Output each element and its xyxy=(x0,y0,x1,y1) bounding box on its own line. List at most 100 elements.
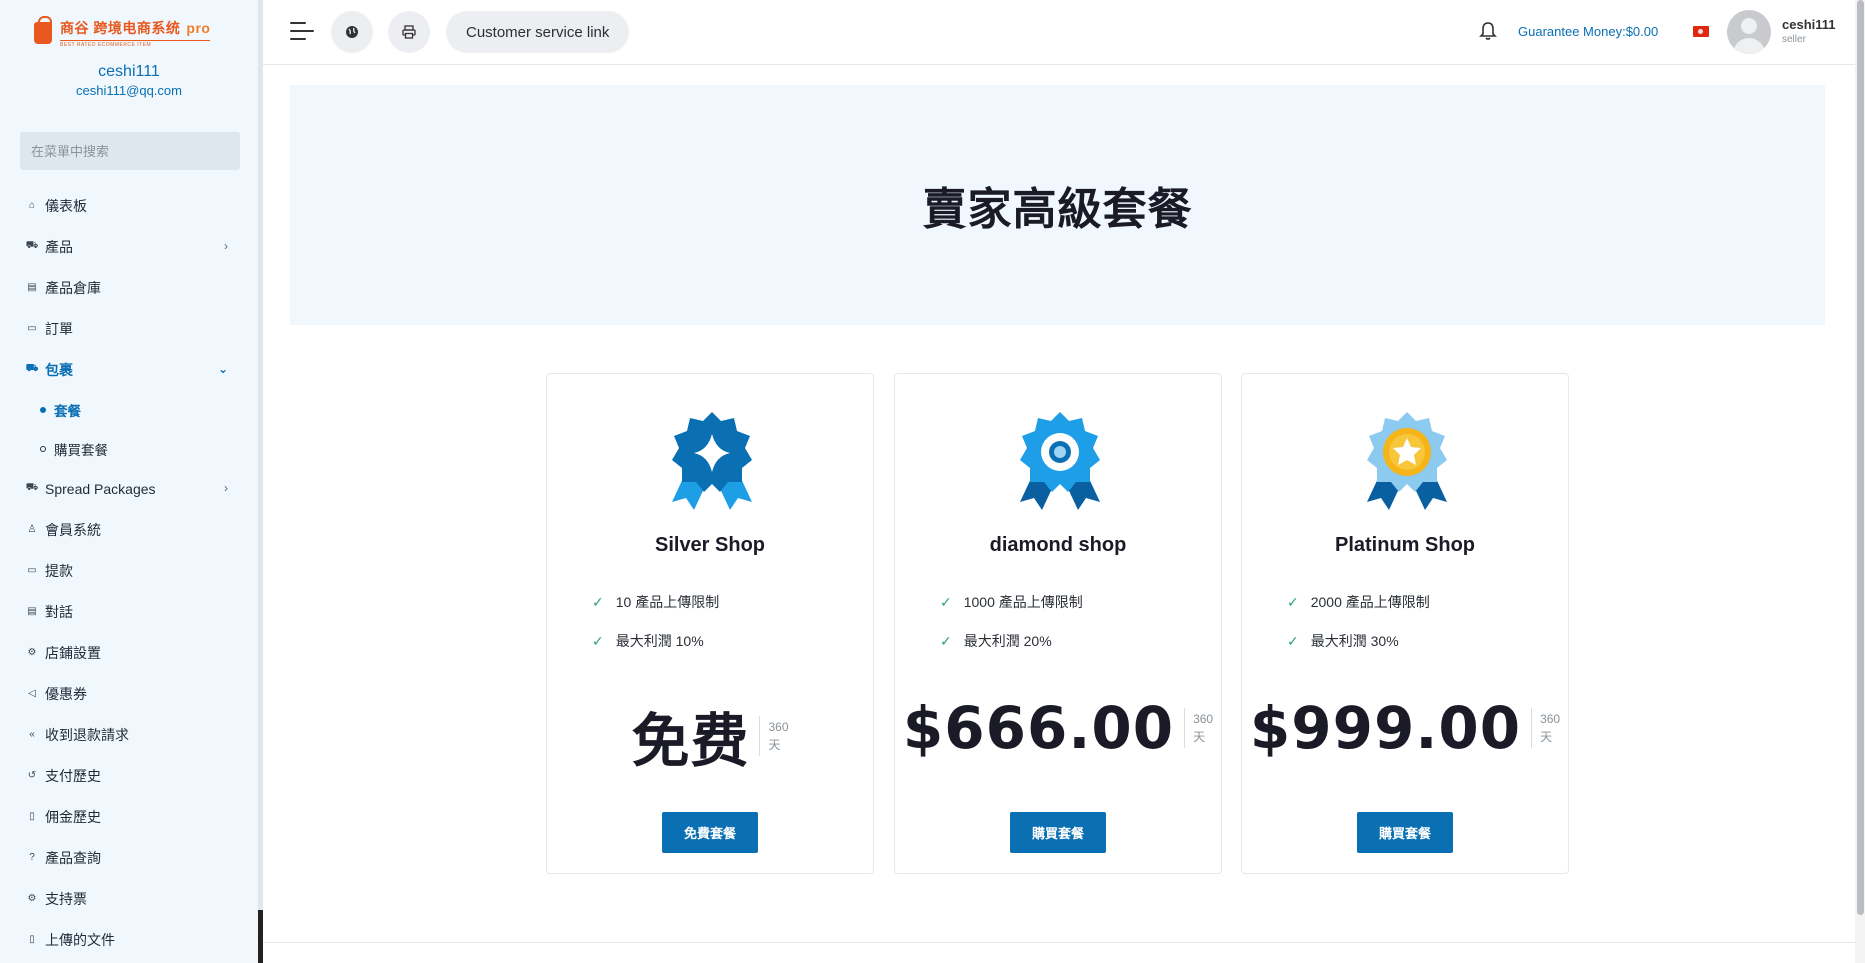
sidebar-item-payment-history[interactable]: ↺ 支付歷史 xyxy=(0,755,258,796)
buy-package-button[interactable]: 購買套餐 xyxy=(1010,812,1106,853)
sidebar-scrollbar[interactable] xyxy=(258,0,263,963)
logo-text: 商谷 跨境电商系统 xyxy=(60,20,181,36)
sidebar-scrollbar-thumb[interactable] xyxy=(258,910,263,963)
cart-icon: ⛟ xyxy=(25,482,39,493)
sidebar-item-label: 佣金歷史 xyxy=(45,808,101,825)
price-row: 免费 360 天 xyxy=(547,694,873,778)
page-title: 賣家高級套餐 xyxy=(922,184,1193,235)
customer-service-link[interactable]: Customer service link xyxy=(446,11,630,53)
sidebar-item-label: 支付歷史 xyxy=(45,767,101,784)
sidebar-item-label: 優惠券 xyxy=(45,685,87,702)
check-icon: ✓ xyxy=(1287,593,1299,610)
footer-divider xyxy=(263,942,1855,943)
package-period: 360 天 xyxy=(759,716,789,756)
page-hero: 賣家高級套餐 xyxy=(290,85,1825,325)
sidebar-subitem-buy-package[interactable]: 購買套餐 xyxy=(0,429,258,468)
sidebar-item-label: 店鋪設置 xyxy=(45,644,101,661)
sidebar-menu: ⌂ 儀表板 ⛟ 產品 › ▤ 產品倉庫 ▭ 訂單 ⛟ 包裹 ⌄ 套餐 購買套餐 xyxy=(0,185,258,960)
sidebar-item-withdraw[interactable]: ▭ 提款 xyxy=(0,550,258,591)
check-icon: ✓ xyxy=(940,593,952,610)
avatar[interactable] xyxy=(1727,10,1771,54)
check-icon: ✓ xyxy=(940,632,952,649)
sidebar-subitem-label: 購買套餐 xyxy=(54,442,108,458)
sidebar: 商谷 跨境电商系统 pro BEST RATED ECOMMERCE ITEM c… xyxy=(0,0,263,963)
sidebar-item-label: 產品查詢 xyxy=(45,849,101,866)
package-card-diamond: diamond shop ✓ 1000 產品上傳限制 ✓ 最大利潤 20% $666… xyxy=(894,373,1222,874)
page-scrollbar[interactable] xyxy=(1855,0,1865,963)
sidebar-item-label: 產品 xyxy=(45,238,73,255)
sidebar-item-label: 支持票 xyxy=(45,890,87,907)
sidebar-user-email: ceshi111@qq.com xyxy=(76,83,182,98)
logo-tagline: BEST RATED ECOMMERCE ITEM xyxy=(60,40,211,48)
price-row: $666.00 360 天 xyxy=(895,694,1221,762)
sidebar-item-commission-history[interactable]: ▯ 佣金歷史 xyxy=(0,796,258,837)
history-icon: ↺ xyxy=(27,770,37,781)
menu-toggle-icon[interactable] xyxy=(290,22,314,42)
sidebar-item-spread-packages[interactable]: ⛟ Spread Packages › xyxy=(0,468,258,509)
bullet-icon xyxy=(40,445,46,452)
topbar-role: seller xyxy=(1782,34,1806,45)
package-name: Platinum Shop xyxy=(1335,534,1475,556)
warehouse-icon: ▤ xyxy=(27,282,37,293)
refund-icon: « xyxy=(29,729,35,740)
free-package-button[interactable]: 免費套餐 xyxy=(662,812,758,853)
chat-icon: ▤ xyxy=(27,606,37,617)
upload-file-icon: ▯ xyxy=(29,934,35,945)
sidebar-item-coupons[interactable]: ◁ 優惠券 xyxy=(0,673,258,714)
platinum-badge-icon xyxy=(1367,412,1447,510)
menu-search-input[interactable] xyxy=(20,132,240,170)
sidebar-item-label: 儀表板 xyxy=(45,197,87,214)
sidebar-item-conversations[interactable]: ▤ 對話 xyxy=(0,591,258,632)
package-price: $999.00 xyxy=(1249,694,1522,762)
brand-logo[interactable]: 商谷 跨境电商系统 pro BEST RATED ECOMMERCE ITEM xyxy=(34,16,224,48)
sidebar-item-label: 收到退款請求 xyxy=(45,726,129,743)
topbar-username[interactable]: ceshi111 xyxy=(1782,17,1836,32)
package-feature: ✓ 2000 產品上傳限制 xyxy=(1287,593,1430,611)
cart-icon: ⛟ xyxy=(25,240,39,251)
sidebar-item-label: 對話 xyxy=(45,603,73,620)
order-icon: ▭ xyxy=(27,323,37,334)
package-card-platinum: Platinum Shop ✓ 2000 產品上傳限制 ✓ 最大利潤 30% $99… xyxy=(1241,373,1569,874)
user-icon: ♙ xyxy=(27,524,37,535)
bullet-icon xyxy=(40,406,46,413)
sidebar-item-label: 訂單 xyxy=(45,320,73,337)
globe-icon[interactable] xyxy=(331,11,373,53)
chevron-down-icon: ⌄ xyxy=(217,362,228,376)
sidebar-item-label: 提款 xyxy=(45,562,73,579)
sidebar-item-label: Spread Packages xyxy=(45,480,156,497)
page-scrollbar-thumb[interactable] xyxy=(1857,0,1864,915)
sidebar-item-packages[interactable]: ⛟ 包裹 ⌄ xyxy=(0,349,258,390)
gear-icon: ⚙ xyxy=(27,647,37,658)
logo-pro: pro xyxy=(186,20,211,36)
sidebar-user-name: ceshi111 xyxy=(98,63,160,80)
package-period: 360 天 xyxy=(1531,708,1560,748)
sidebar-item-uploaded-files[interactable]: ▯ 上傳的文件 xyxy=(0,919,258,960)
sidebar-item-orders[interactable]: ▭ 訂單 xyxy=(0,308,258,349)
sidebar-item-products[interactable]: ⛟ 產品 › xyxy=(0,226,258,267)
sidebar-item-refund-requests[interactable]: « 收到退款請求 xyxy=(0,714,258,755)
package-feature: ✓ 最大利潤 30% xyxy=(1287,632,1399,650)
check-icon: ✓ xyxy=(592,632,604,649)
package-card-silver: Silver Shop ✓ 10 產品上傳限制 ✓ 最大利潤 10% 免费 360 天… xyxy=(546,373,874,874)
sidebar-item-support-ticket[interactable]: ⚙ 支持票 xyxy=(0,878,258,919)
sidebar-item-label: 包裹 xyxy=(45,361,73,378)
file-icon: ▯ xyxy=(29,811,35,822)
sidebar-item-product-queries[interactable]: ? 產品查詢 xyxy=(0,837,258,878)
guarantee-money: Guarantee Money:$0.00 xyxy=(1518,24,1658,39)
notification-bell-icon[interactable] xyxy=(1477,19,1499,43)
sidebar-item-dashboard[interactable]: ⌂ 儀表板 xyxy=(0,185,258,226)
chevron-right-icon: › xyxy=(224,239,228,253)
sidebar-item-warehouse[interactable]: ▤ 產品倉庫 xyxy=(0,267,258,308)
package-feature: ✓ 最大利潤 10% xyxy=(592,632,704,650)
chevron-right-icon: › xyxy=(224,481,228,495)
language-flag-icon[interactable] xyxy=(1693,26,1709,37)
withdraw-icon: ▭ xyxy=(27,565,37,576)
buy-package-button[interactable]: 購買套餐 xyxy=(1357,812,1453,853)
sidebar-item-membership[interactable]: ♙ 會員系統 xyxy=(0,509,258,550)
guarantee-value: $0.00 xyxy=(1625,24,1659,39)
sidebar-item-shop-settings[interactable]: ⚙ 店鋪設置 xyxy=(0,632,258,673)
printer-icon[interactable] xyxy=(388,11,430,53)
package-price: 免费 xyxy=(631,707,750,775)
package-name: Silver Shop xyxy=(654,534,766,556)
sidebar-subitem-package[interactable]: 套餐 xyxy=(0,390,258,429)
